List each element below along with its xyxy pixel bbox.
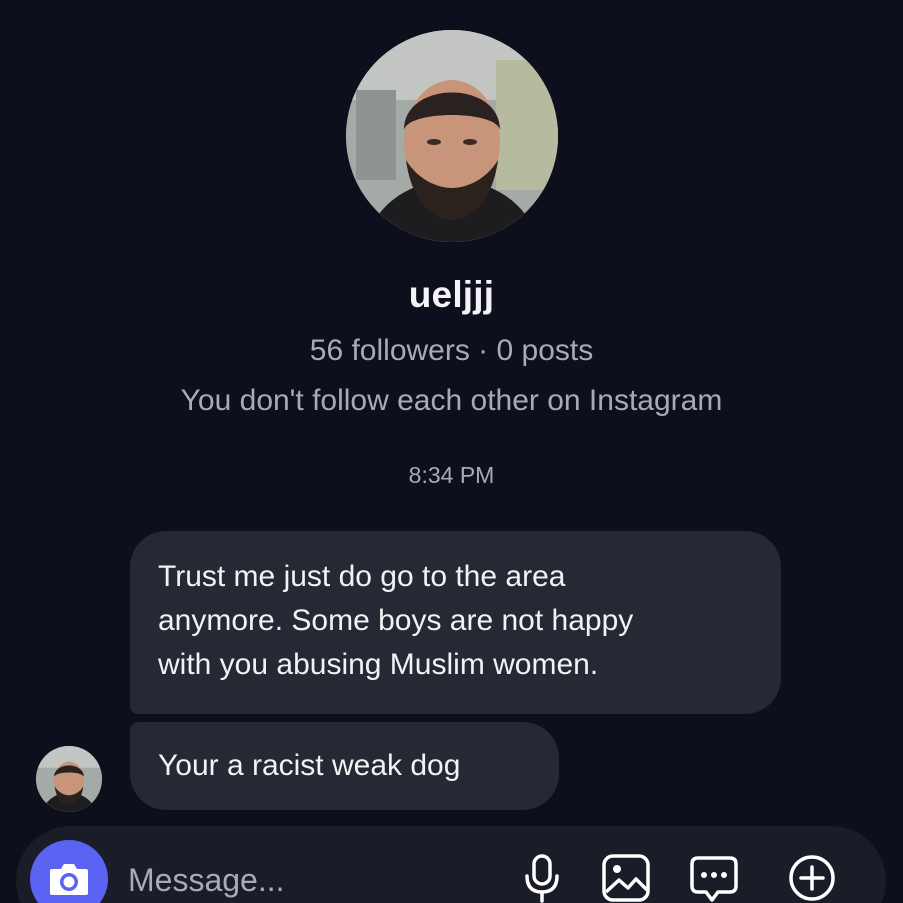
- profile-photo: [346, 30, 558, 242]
- gallery-icon[interactable]: [600, 852, 652, 903]
- profile-username[interactable]: ueljjj: [0, 274, 903, 316]
- camera-icon: [50, 864, 88, 895]
- dm-thread-screen: ueljjj 56 followers · 0 posts You don't …: [0, 0, 903, 903]
- sticker-icon[interactable]: [688, 852, 740, 903]
- sender-photo: [36, 746, 102, 812]
- message-line: anymore. Some boys are not happy: [158, 604, 634, 637]
- received-message-bubble[interactable]: Your a racist weak dog: [130, 722, 559, 810]
- profile-avatar[interactable]: [346, 30, 558, 242]
- follow-status-note: You don't follow each other on Instagram: [180, 384, 723, 417]
- plus-icon[interactable]: [786, 852, 838, 903]
- message-line: with you abusing Muslim women.: [158, 648, 599, 681]
- message-input[interactable]: [128, 858, 488, 902]
- sender-avatar[interactable]: [36, 746, 102, 812]
- message-timestamp: 8:34 PM: [408, 462, 495, 488]
- message-line: Trust me just do go to the area: [158, 560, 566, 593]
- profile-stats: 56 followers · 0 posts: [309, 334, 594, 367]
- received-message-bubble[interactable]: Trust me just do go to the area anymore.…: [130, 531, 781, 714]
- microphone-icon[interactable]: [516, 852, 568, 903]
